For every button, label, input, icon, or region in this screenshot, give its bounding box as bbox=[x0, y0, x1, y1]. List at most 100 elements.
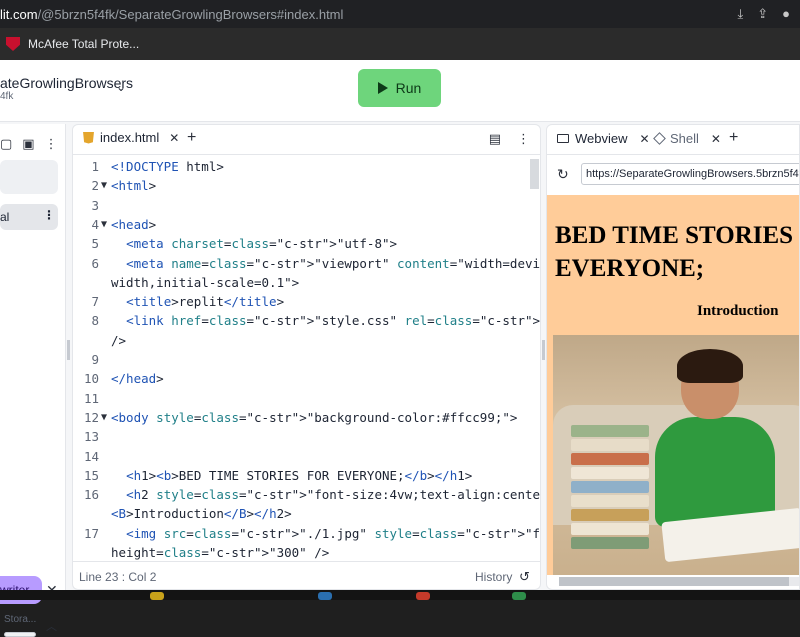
kebab-menu-icon[interactable]: ⋮ bbox=[43, 208, 55, 222]
tab-shell[interactable]: Shell ✕ bbox=[653, 131, 721, 146]
code-line[interactable]: height=class="c-str">"300" /> bbox=[111, 545, 329, 560]
code-line[interactable]: <title>replit</title> bbox=[111, 294, 284, 309]
bookmark-label: McAfee Total Prote... bbox=[28, 37, 140, 51]
code-line[interactable]: </head> bbox=[111, 371, 164, 386]
fold-arrow-icon[interactable]: ▼ bbox=[101, 219, 111, 230]
code-line[interactable]: width,initial-scale=0.1"> bbox=[111, 275, 299, 290]
profile-icon[interactable]: ● bbox=[782, 6, 790, 22]
editor-scrollbar[interactable] bbox=[530, 159, 539, 189]
book bbox=[571, 481, 649, 493]
code-area[interactable]: 1 <!DOCTYPE html> 2 ▼ <html> 3 4 ▼ <head> 5 <meta… bbox=[73, 159, 540, 560]
line-number: 14 bbox=[83, 448, 99, 464]
add-tab-icon[interactable]: + bbox=[187, 129, 196, 147]
shell-icon bbox=[653, 132, 666, 145]
scrollbar-thumb[interactable] bbox=[559, 577, 789, 586]
browser-address-bar[interactable]: lit.com/@5brzn5f4fk/SeparateGrowlingBrow… bbox=[0, 0, 800, 28]
minimap-toggle-icon[interactable]: ▤ bbox=[489, 131, 501, 147]
repl-name[interactable]: ateGrowlingBrowsers bbox=[0, 75, 133, 91]
code-line[interactable]: <body style=class="c-str">"background-co… bbox=[111, 410, 517, 425]
storage-label: Stora... bbox=[4, 614, 37, 625]
history-icon[interactable]: ↺ bbox=[519, 569, 530, 585]
bookmarks-bar: McAfee Total Prote... bbox=[0, 28, 800, 60]
boy-hair bbox=[677, 349, 743, 383]
code-editor-pane: index.html ✕ + ▤ ⋮ 1 <!DOCTYPE html> 2 ▼ <ht… bbox=[72, 124, 541, 590]
line-number: 5 bbox=[91, 236, 99, 252]
replit-workspace: ateGrowlingBrowsers 4fk ⌄ Run ▢ ▣ ⋮ al ⋮… bbox=[0, 60, 800, 637]
line-number: 11 bbox=[83, 390, 99, 406]
taskbar-app-icon[interactable] bbox=[150, 592, 164, 600]
line-number: 15 bbox=[83, 467, 99, 483]
line-number: 3 bbox=[91, 197, 99, 213]
history-button[interactable]: History bbox=[475, 570, 512, 584]
file-tree-label: al bbox=[0, 210, 10, 224]
code-line[interactable]: <html> bbox=[111, 178, 156, 193]
share-icon[interactable]: ⇪ bbox=[757, 6, 768, 22]
html5-file-icon bbox=[83, 131, 94, 144]
line-number: 4 bbox=[91, 216, 99, 232]
code-line[interactable]: <head> bbox=[111, 217, 156, 232]
url-host: lit.com bbox=[0, 6, 38, 22]
book bbox=[571, 467, 649, 479]
line-number: 2 bbox=[91, 178, 99, 194]
webview-url-input[interactable]: https://SeparateGrowlingBrowsers.5brzn5f… bbox=[581, 163, 799, 185]
add-tab-icon[interactable]: + bbox=[729, 129, 738, 147]
book bbox=[571, 439, 649, 451]
storage-meter bbox=[4, 632, 36, 637]
book bbox=[571, 523, 649, 535]
book-stack bbox=[571, 425, 649, 565]
book bbox=[571, 453, 649, 465]
preview-tab-bar: Webview ✕ Shell ✕ + bbox=[547, 125, 799, 155]
fold-arrow-icon[interactable]: ▼ bbox=[101, 412, 111, 423]
taskbar-app-icon[interactable] bbox=[416, 592, 430, 600]
close-icon[interactable]: ✕ bbox=[169, 131, 179, 145]
close-icon[interactable]: ✕ bbox=[640, 132, 650, 146]
new-folder-icon[interactable]: ▣ bbox=[22, 136, 34, 152]
chevron-up-icon[interactable]: ︿ bbox=[46, 618, 57, 634]
webview-horizontal-scrollbar[interactable] bbox=[559, 577, 799, 586]
download-icon[interactable]: ⤓ bbox=[737, 6, 743, 22]
webview-content[interactable]: BED TIME STORIES FOR EVERYONE; Introduct… bbox=[547, 195, 799, 575]
pane-resize-handle[interactable] bbox=[67, 340, 70, 360]
url-text[interactable]: lit.com/@5brzn5f4fk/SeparateGrowlingBrow… bbox=[0, 7, 343, 22]
tab-index-html[interactable]: index.html ✕ bbox=[83, 130, 179, 145]
bookmark-mcafee[interactable]: McAfee Total Prote... bbox=[0, 37, 139, 51]
webview-url-row: ↻ https://SeparateGrowlingBrowsers.5brzn… bbox=[547, 155, 799, 193]
play-icon bbox=[377, 82, 388, 94]
code-line[interactable]: <img src=class="c-str">"./1.jpg" style=c… bbox=[111, 526, 540, 541]
line-number: 8 bbox=[91, 313, 99, 329]
run-label: Run bbox=[395, 80, 422, 96]
code-line[interactable]: <B>Introduction</B></h2> bbox=[111, 506, 292, 521]
line-number: 12 bbox=[83, 409, 99, 425]
line-number: 6 bbox=[91, 255, 99, 271]
tab-webview[interactable]: Webview ✕ bbox=[557, 131, 650, 146]
code-line[interactable]: <meta name=class="c-str">"viewport" cont… bbox=[111, 256, 540, 271]
more-options-icon[interactable]: ⋮ bbox=[45, 136, 58, 152]
line-number: 7 bbox=[91, 294, 99, 310]
pane-resize-handle[interactable] bbox=[542, 340, 545, 360]
reload-icon[interactable]: ↻ bbox=[557, 166, 569, 183]
close-icon[interactable]: ✕ bbox=[711, 132, 721, 146]
code-line[interactable]: <meta charset=class="c-str">"utf-8"> bbox=[111, 236, 397, 251]
url-path: /@5brzn5f4fk/SeparateGrowlingBrowsers#in… bbox=[37, 6, 344, 22]
code-line[interactable]: <!DOCTYPE html> bbox=[111, 159, 224, 174]
cursor-position: Line 23 : Col 2 bbox=[79, 570, 157, 584]
run-button[interactable]: Run bbox=[358, 69, 441, 107]
taskbar-app-icon[interactable] bbox=[318, 592, 332, 600]
code-line[interactable]: /> bbox=[111, 333, 126, 348]
files-pane: ▢ ▣ ⋮ al ⋮ writer ✕ Stora... ︿ bbox=[0, 124, 66, 637]
code-line[interactable]: <link href=class="c-str">"style.css" rel… bbox=[111, 313, 540, 328]
new-file-icon[interactable]: ▢ bbox=[0, 136, 12, 152]
file-tree-item[interactable] bbox=[0, 160, 58, 194]
editor-tab-bar: index.html ✕ + ▤ ⋮ bbox=[73, 125, 540, 155]
chevron-down-icon[interactable]: ⌄ bbox=[116, 80, 126, 94]
repl-owner: 4fk bbox=[0, 91, 14, 102]
fold-arrow-icon[interactable]: ▼ bbox=[101, 180, 111, 191]
preview-pane: Webview ✕ Shell ✕ + ↻ https://SeparateGr… bbox=[546, 124, 800, 590]
more-options-icon[interactable]: ⋮ bbox=[517, 131, 530, 147]
file-tree-item-selected[interactable]: al ⋮ bbox=[0, 204, 58, 230]
taskbar-app-icon[interactable] bbox=[512, 592, 526, 600]
mcafee-logo-icon bbox=[6, 37, 20, 51]
code-line[interactable]: <h2 style=class="c-str">"font-size:4vw;t… bbox=[111, 487, 540, 502]
book bbox=[571, 509, 649, 521]
code-line[interactable]: <h1><b>BED TIME STORIES FOR EVERYONE;</b… bbox=[111, 468, 472, 483]
